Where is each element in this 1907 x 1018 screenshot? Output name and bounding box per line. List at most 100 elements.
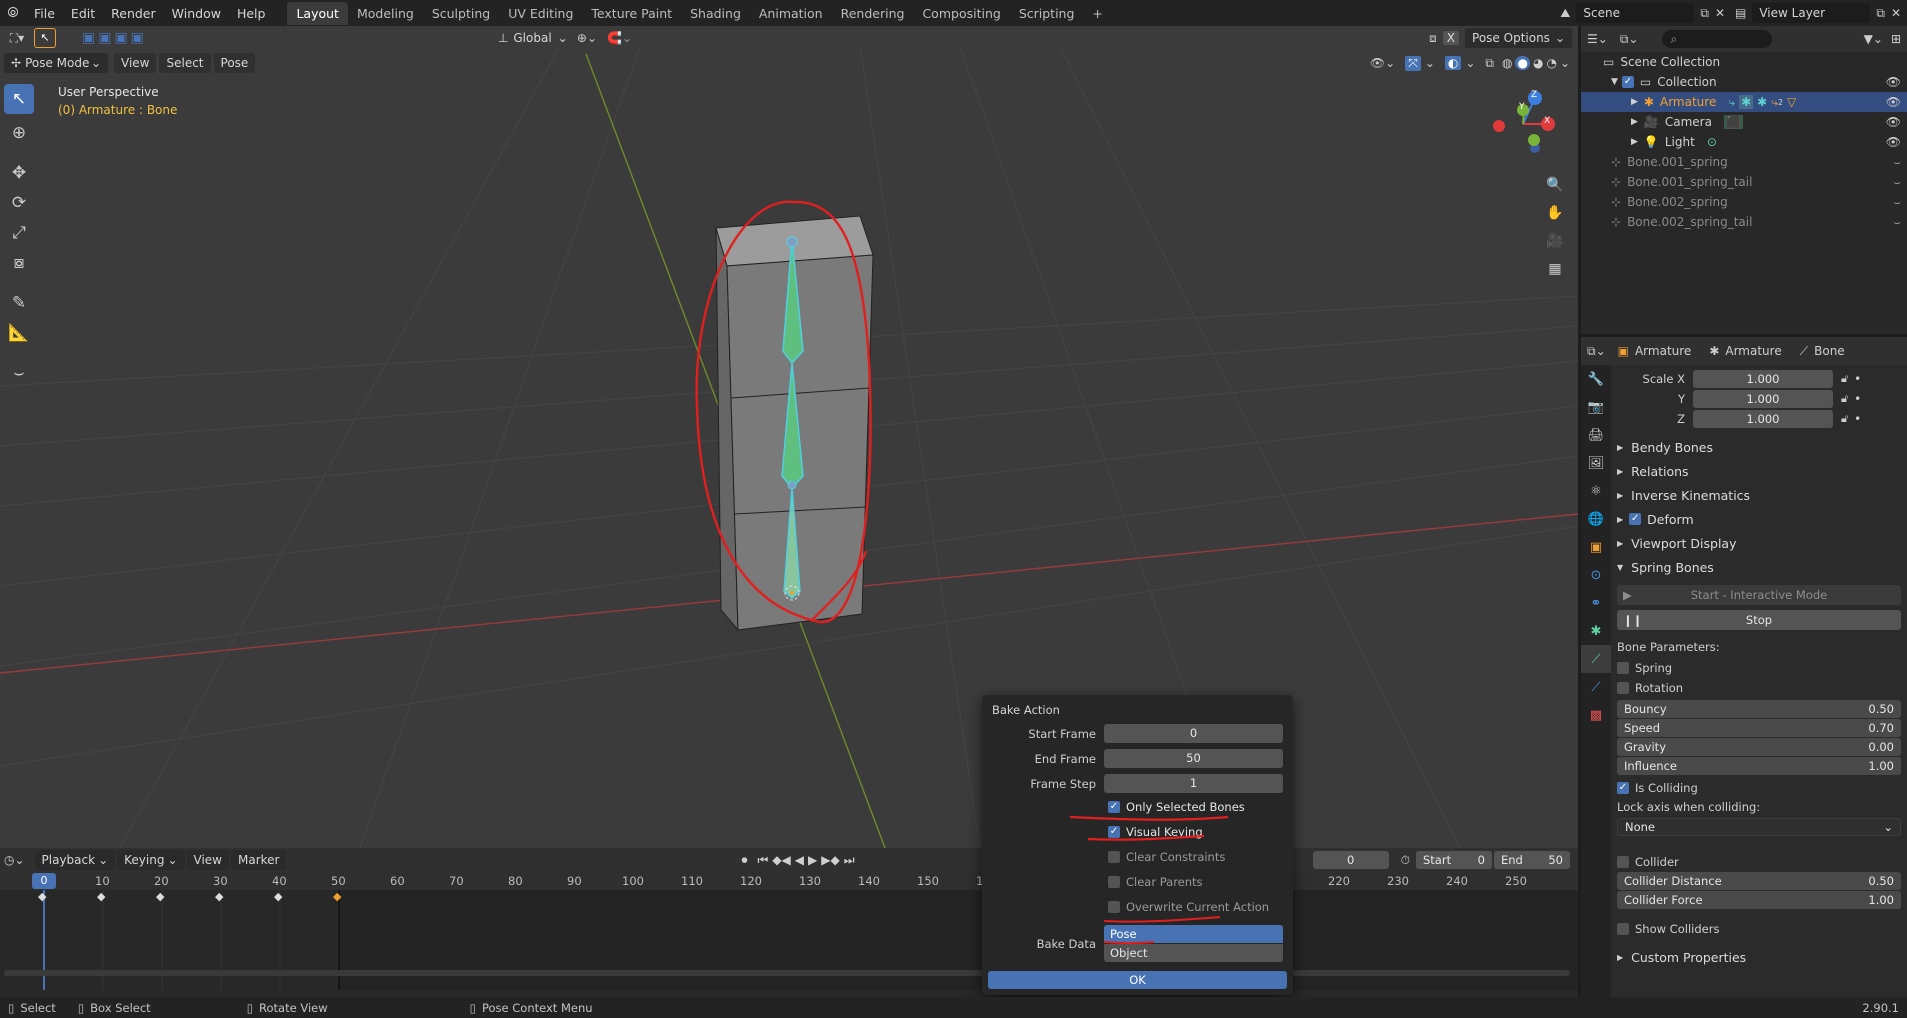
world-tab-icon[interactable]: 🌐 bbox=[1581, 505, 1611, 533]
tab-texture-paint[interactable]: Texture Paint bbox=[582, 2, 681, 25]
spring-option[interactable]: Spring bbox=[1617, 658, 1903, 678]
tab-shading[interactable]: Shading bbox=[681, 2, 750, 25]
outliner-search-input[interactable]: ⌕ bbox=[1662, 30, 1773, 48]
constraints-tab-icon[interactable]: ⚭ bbox=[1581, 589, 1611, 617]
view-layer-delete-icon[interactable]: ✕ bbox=[1891, 6, 1901, 20]
eye-icon[interactable]: 👁 bbox=[1886, 115, 1901, 129]
eye-icon[interactable]: 👁 bbox=[1886, 75, 1901, 89]
view-layer-copy-icon[interactable]: ⧉ bbox=[1876, 6, 1885, 21]
blender-logo-icon[interactable]: ⦾ bbox=[0, 5, 26, 21]
start-frame-input[interactable]: 0 bbox=[1104, 724, 1283, 743]
filter-icon[interactable]: ▼⌄ bbox=[1864, 32, 1883, 46]
mirror-x-icon[interactable]: ⧈ bbox=[1429, 31, 1437, 46]
bone-constraint-tab-icon[interactable]: ⟋ bbox=[1581, 673, 1611, 701]
hidden-eye-icon[interactable]: ⌣ bbox=[1893, 195, 1901, 210]
overwrite-action-checkbox[interactable] bbox=[1108, 901, 1120, 913]
outliner-scene-collection[interactable]: ▭ Scene Collection bbox=[1581, 52, 1907, 72]
menu-select[interactable]: Select bbox=[159, 53, 211, 73]
menu-file[interactable]: File bbox=[26, 6, 63, 21]
bake-data-object-option[interactable]: Object bbox=[1104, 944, 1283, 962]
panel-spring-bones[interactable]: ▼ Spring Bones bbox=[1617, 555, 1903, 579]
bake-data-pose-option[interactable]: Pose bbox=[1104, 925, 1283, 943]
output-tab-icon[interactable]: 🖨 bbox=[1581, 421, 1611, 449]
play-reverse-icon[interactable]: ◀ bbox=[795, 853, 804, 867]
menu-render[interactable]: Render bbox=[103, 6, 164, 21]
influence-field[interactable]: Influence 1.00 bbox=[1617, 757, 1901, 775]
select-box-tool-icon[interactable]: ↖ bbox=[4, 84, 34, 114]
zoom-icon[interactable]: 🔍 bbox=[1541, 171, 1569, 199]
rotation-checkbox[interactable] bbox=[1617, 682, 1629, 694]
chevron-down-icon[interactable]: ⌄ bbox=[1465, 56, 1475, 70]
texture-tab-icon[interactable]: ▩ bbox=[1581, 701, 1611, 729]
physics-tab-icon[interactable]: ⊙ bbox=[1581, 561, 1611, 589]
collider-checkbox[interactable] bbox=[1617, 856, 1629, 868]
keyframe[interactable]: ◆ bbox=[274, 890, 282, 903]
show-colliders-option[interactable]: Show Colliders bbox=[1617, 919, 1903, 939]
lock-icon[interactable]: 🔓︎ bbox=[1841, 412, 1848, 426]
keyframe[interactable]: ◆ bbox=[38, 890, 46, 903]
breadcrumb-bone[interactable]: Bone bbox=[1814, 344, 1845, 358]
perspective-grid-icon[interactable]: ▦ bbox=[1541, 255, 1569, 283]
pan-hand-icon[interactable]: ✋ bbox=[1541, 199, 1569, 227]
mode-dropdown[interactable]: ✢ Pose Mode ⌄ bbox=[4, 53, 108, 73]
lock-axis-dropdown[interactable]: None ⌄ bbox=[1617, 818, 1901, 836]
breadcrumb-armature[interactable]: Armature bbox=[1725, 344, 1781, 358]
deform-checkbox[interactable]: ✓ bbox=[1629, 513, 1642, 525]
overlays-toggle-icon[interactable]: ◐ bbox=[1444, 56, 1462, 70]
collider-distance-field[interactable]: Collider Distance 0.50 bbox=[1617, 872, 1901, 890]
clear-constraints-option[interactable]: Clear Constraints bbox=[1108, 850, 1225, 864]
pivot-icon[interactable]: ⊕⌄ bbox=[577, 31, 597, 45]
tool-tab-icon[interactable]: 🔧 bbox=[1581, 365, 1611, 393]
tab-scripting[interactable]: Scripting bbox=[1010, 2, 1084, 25]
transform-orientation-dropdown[interactable]: ⊥ Global ⌄ bbox=[491, 28, 569, 48]
measure-tool-icon[interactable]: 📐 bbox=[4, 318, 34, 348]
only-selected-bones-option[interactable]: ✓ Only Selected Bones bbox=[1108, 800, 1245, 814]
timer-icon[interactable]: ⏱ bbox=[1401, 853, 1410, 868]
pose-relax-tool-icon[interactable]: ⌣ bbox=[4, 358, 34, 388]
scale-y-field[interactable]: 1.000 bbox=[1693, 390, 1833, 408]
clear-constraints-checkbox[interactable] bbox=[1108, 851, 1120, 863]
tab-animation[interactable]: Animation bbox=[750, 2, 832, 25]
panel-relations[interactable]: ▶ Relations bbox=[1617, 459, 1903, 483]
new-collection-icon[interactable]: ⊞ bbox=[1891, 32, 1901, 46]
shading-solid-icon[interactable]: ● bbox=[1515, 56, 1530, 70]
tab-compositing[interactable]: Compositing bbox=[913, 2, 1009, 25]
keyframe-dot-icon[interactable]: • bbox=[1854, 392, 1861, 406]
tab-modeling[interactable]: Modeling bbox=[348, 2, 423, 25]
view-layer-tab-icon[interactable]: 🖼 bbox=[1581, 449, 1611, 477]
outliner-item-armature[interactable]: ▶ ✱ Armature ⤷ ✱ ✱ ⤷ 2 ▽ 👁 bbox=[1581, 92, 1907, 112]
3d-viewport[interactable]: ⛶▾ ↖ ▣▣▣▣ ⊥ Global ⌄ ⊕⌄ 🧲⌄ ⧈ X Pose Option… bbox=[0, 26, 1578, 848]
panel-bendy-bones[interactable]: ▶ Bendy Bones bbox=[1617, 435, 1903, 459]
pose-options-dropdown[interactable]: Pose Options ⌄ bbox=[1465, 28, 1572, 48]
jump-end-icon[interactable]: ⏭ bbox=[844, 853, 855, 868]
start-frame-field[interactable]: Start 0 bbox=[1416, 851, 1492, 869]
rotate-tool-icon[interactable]: ⟳ bbox=[4, 188, 34, 218]
tab-sculpting[interactable]: Sculpting bbox=[423, 2, 499, 25]
is-colliding-option[interactable]: ✓ Is Colliding bbox=[1617, 778, 1903, 798]
scale-z-field[interactable]: 1.000 bbox=[1693, 410, 1833, 428]
gizmo-toggle-icon[interactable]: ⤧ bbox=[1405, 55, 1421, 71]
keyframe[interactable]: ◆ bbox=[215, 890, 223, 903]
menu-timeline-view[interactable]: View bbox=[186, 850, 229, 870]
breadcrumb-object[interactable]: Armature bbox=[1635, 344, 1691, 358]
outliner-orphan[interactable]: ⊹ Bone.002_spring_tail ⌣ bbox=[1581, 212, 1907, 232]
cursor-tool-icon[interactable]: ⊕ bbox=[4, 118, 34, 148]
panel-inverse-kinematics[interactable]: ▶ Inverse Kinematics bbox=[1617, 483, 1903, 507]
eye-icon[interactable]: 👁 bbox=[1886, 95, 1901, 109]
collection-checkbox[interactable]: ✓ bbox=[1621, 76, 1634, 88]
jump-start-icon[interactable]: ⏮ bbox=[758, 853, 769, 868]
move-tool-icon[interactable]: ✥ bbox=[4, 158, 34, 188]
outliner-editor-icon[interactable]: ☰⌄ bbox=[1587, 32, 1608, 46]
keyframe[interactable]: ◆ bbox=[97, 890, 105, 903]
navigation-gizmo[interactable]: Z X Y bbox=[1488, 88, 1558, 158]
record-icon[interactable]: ⏺ bbox=[741, 853, 747, 868]
render-tab-icon[interactable]: 📷 bbox=[1581, 393, 1611, 421]
gravity-field[interactable]: Gravity 0.00 bbox=[1617, 738, 1901, 756]
clear-parents-option[interactable]: Clear Parents bbox=[1108, 875, 1203, 889]
playhead[interactable]: 0 bbox=[32, 873, 56, 889]
shading-material-icon[interactable]: ◕ bbox=[1533, 56, 1543, 70]
collider-force-field[interactable]: Collider Force 1.00 bbox=[1617, 891, 1901, 909]
end-frame-field[interactable]: End 50 bbox=[1494, 851, 1570, 869]
scene-delete-icon[interactable]: ✕ bbox=[1715, 6, 1725, 20]
scale-tool-icon[interactable]: ⤢ bbox=[4, 218, 34, 248]
